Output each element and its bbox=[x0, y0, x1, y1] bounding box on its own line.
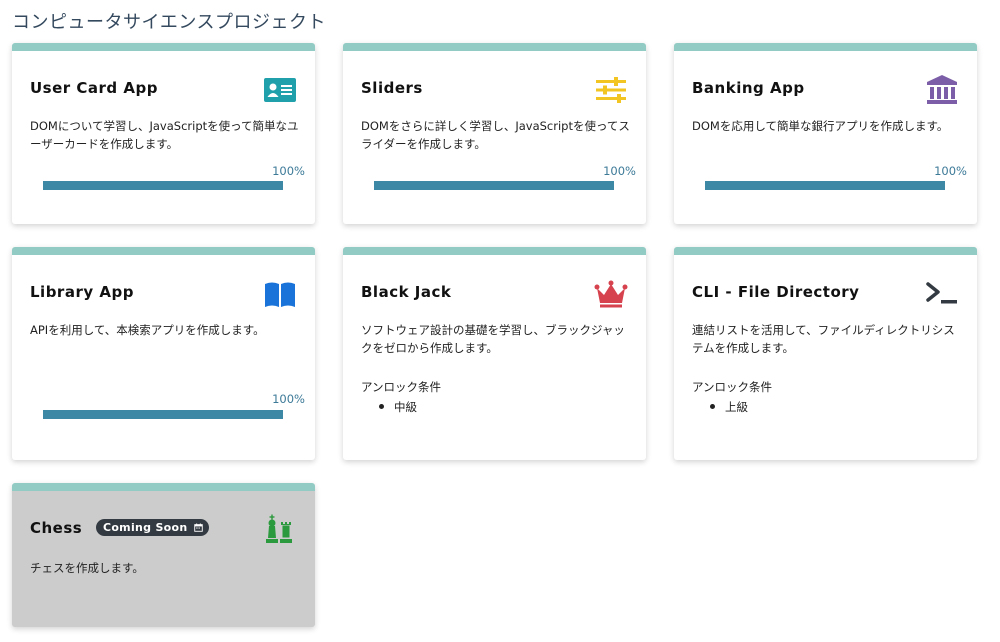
sliders-icon bbox=[594, 73, 628, 107]
terminal-icon bbox=[925, 277, 959, 311]
card-title: Sliders bbox=[361, 79, 423, 97]
card-title: Banking App bbox=[692, 79, 805, 97]
unlock-condition-item: 中級 bbox=[379, 399, 417, 415]
project-card-library-app[interactable]: Library App APIを利用して、本検索アプリを作成します。 100% bbox=[12, 247, 315, 460]
project-card-cli-file-directory[interactable]: CLI - File Directory 連結リストを活用して、ファイルディレク… bbox=[674, 247, 977, 460]
card-description: DOMをさらに詳しく学習し、JavaScriptを使ってスライダーを作成します。 bbox=[361, 119, 630, 151]
badge-label: Coming Soon bbox=[102, 521, 188, 534]
progress-bar bbox=[43, 181, 283, 190]
card-description: チェスを作成します。 bbox=[30, 561, 144, 575]
crown-icon bbox=[594, 277, 628, 311]
progress-bar bbox=[705, 181, 945, 190]
card-title: User Card App bbox=[30, 79, 158, 97]
open-book-icon bbox=[263, 277, 297, 311]
progress-bar bbox=[43, 410, 283, 419]
id-card-icon bbox=[263, 73, 297, 107]
progress-percent: 100% bbox=[272, 164, 305, 178]
card-description: ソフトウェア設計の基礎を学習し、ブラックジャックをゼロから作成します。 bbox=[361, 323, 625, 355]
card-title-text: Chess bbox=[30, 519, 83, 537]
calendar-icon bbox=[193, 523, 203, 532]
project-card-sliders[interactable]: Sliders DOMをさらに詳しく学習し、JavaScriptを使ってスライダ… bbox=[343, 43, 646, 224]
progress-bar bbox=[374, 181, 614, 190]
project-card-chess: Chess Coming Soon チェスを作成します。 bbox=[12, 483, 315, 627]
progress-fill bbox=[705, 181, 945, 190]
progress-percent: 100% bbox=[272, 392, 305, 406]
coming-soon-badge: Coming Soon bbox=[95, 519, 209, 536]
card-description: APIを利用して、本検索アプリを作成します。 bbox=[30, 323, 265, 337]
progress-fill bbox=[374, 181, 614, 190]
card-title: Black Jack bbox=[361, 283, 452, 301]
progress-fill bbox=[43, 410, 283, 419]
bank-icon bbox=[925, 73, 959, 107]
unlock-condition-list: 中級 bbox=[379, 399, 417, 415]
project-card-black-jack[interactable]: Black Jack ソフトウェア設計の基礎を学習し、ブラックジャックをゼロから… bbox=[343, 247, 646, 460]
chess-pieces-icon bbox=[263, 513, 297, 547]
unlock-condition-label: アンロック条件 bbox=[692, 380, 773, 394]
page-title: コンピュータサイエンスプロジェクト bbox=[12, 12, 326, 33]
project-card-user-card-app[interactable]: User Card App DOMについて学習し、JavaScriptを使って簡… bbox=[12, 43, 315, 224]
unlock-condition-label: アンロック条件 bbox=[361, 380, 442, 394]
progress-percent: 100% bbox=[934, 164, 967, 178]
card-title: Library App bbox=[30, 283, 134, 301]
card-title: CLI - File Directory bbox=[692, 283, 860, 301]
card-title: Chess Coming Soon bbox=[30, 519, 209, 537]
progress-percent: 100% bbox=[603, 164, 636, 178]
card-description: 連結リストを活用して、ファイルディレクトリシステムを作成します。 bbox=[692, 323, 955, 355]
progress-fill bbox=[43, 181, 283, 190]
card-description: DOMを応用して簡単な銀行アプリを作成します。 bbox=[692, 119, 949, 133]
project-card-banking-app[interactable]: Banking App DOMを応用して簡単な銀行アプリを作成します。 100% bbox=[674, 43, 977, 224]
card-description: DOMについて学習し、JavaScriptを使って簡単なユーザーカードを作成しま… bbox=[30, 119, 299, 151]
unlock-condition-list: 上級 bbox=[710, 399, 748, 415]
unlock-condition-item: 上級 bbox=[710, 399, 748, 415]
